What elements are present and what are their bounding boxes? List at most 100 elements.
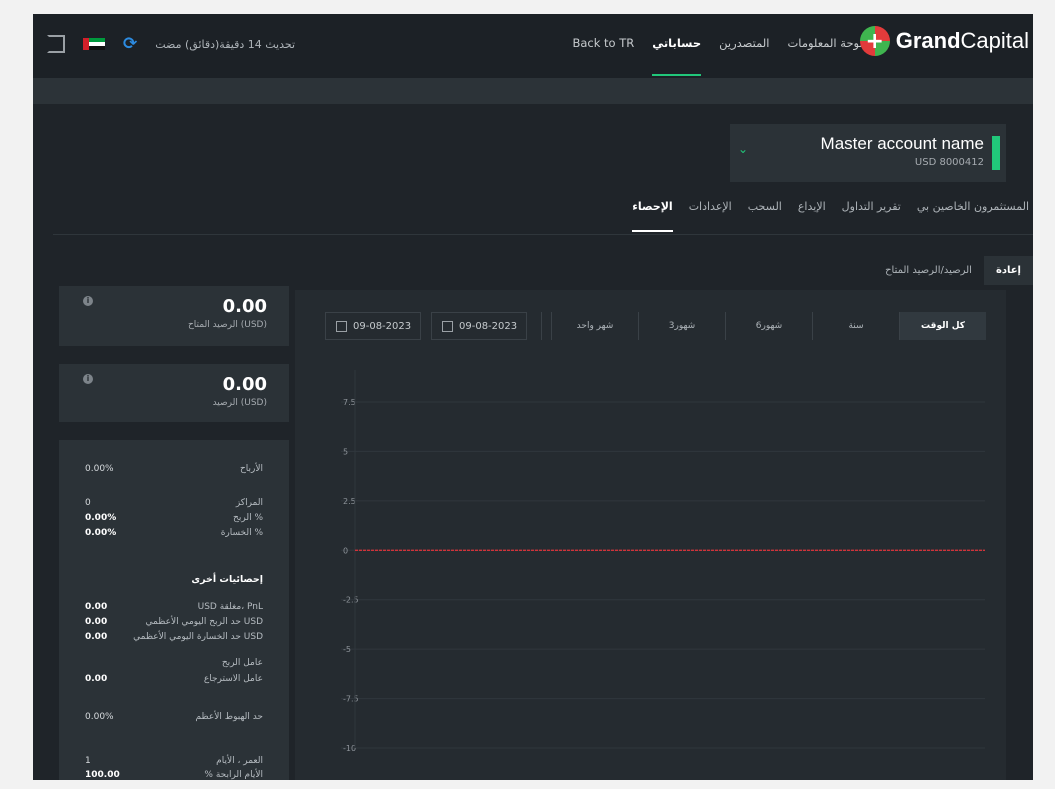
logo-text: GrandCapital (895, 28, 1029, 53)
balance-label: الرصيد (USD) (212, 398, 267, 408)
tab-statistics[interactable]: الإحصاء (632, 200, 674, 232)
y-tick-label: -7.5 (343, 695, 359, 704)
balance-value: 0.00 (222, 374, 267, 395)
stat-label: الأرباح (239, 464, 263, 474)
stat-label: الخسارة % (220, 528, 263, 538)
y-tick-label: 7.5 (343, 398, 356, 407)
nav-back-to-tr[interactable]: Back to TR (572, 36, 634, 50)
calendar-icon (442, 320, 453, 332)
stat-label: المراكز (235, 498, 263, 508)
stat-recovery-factor: 0.00 عامل الاسترجاع (85, 674, 263, 684)
stat-value: 0.00% (85, 712, 114, 722)
tab-trading-report[interactable]: تقرير التداول (842, 200, 901, 213)
balance-chart: 7.5 5 2.5 0 -2.5 -5 -7.5 -10 (341, 370, 985, 753)
stat-value: 0.00% (85, 464, 114, 474)
sub-bar (33, 78, 1033, 104)
subtab-balance[interactable]: الرصيد/الرصيد المتاح (873, 256, 984, 285)
nav-leaders[interactable]: المتصدرين (719, 36, 769, 50)
y-tick-label: -5 (343, 645, 351, 654)
stat-label: حد الخسارة اليومي الأعظمي USD (133, 632, 263, 642)
logout-icon[interactable] (47, 35, 65, 53)
date-from-value: 09-08-2023 (353, 320, 412, 332)
stat-label: الربح % (233, 513, 263, 523)
available-balance-label: الرصيد المتاح (USD) (188, 320, 267, 330)
date-to-value: 09-08-2023 (459, 320, 518, 332)
sync-icon[interactable]: ⟳ (123, 34, 137, 54)
tabs-divider (53, 234, 1033, 235)
stat-label: عامل الاسترجاع (203, 674, 263, 684)
top-bar: ⟳ تحديث 14 دقيقة(دقائق) مضت Back to TR ح… (33, 14, 1033, 78)
stat-value: 0.00 (85, 674, 108, 684)
stat-age-days: 1 العمر ، الأيام (85, 756, 263, 766)
stat-profit-pct: 0.00% الربح % (85, 513, 263, 523)
period-6-months[interactable]: 6شهور (725, 312, 812, 340)
y-tick-label: -2.5 (343, 596, 359, 605)
stat-closed-pnl: 0.00 USD مغلقة، PnL (85, 602, 263, 612)
stat-profit: 0.00% الأرباح (85, 464, 263, 474)
stat-max-daily-profit: 0.00 حد الربح اليومي الأعظمي USD (85, 617, 263, 627)
account-number: USD 8000412 (914, 157, 984, 168)
account-tabs: الإحصاء الإعدادات السحب الإيداع تقرير ال… (632, 200, 1029, 232)
tab-withdraw[interactable]: السحب (748, 200, 782, 213)
stat-max-drawdown: 0.00% حد الهبوط الأعظم (85, 712, 263, 722)
tab-my-investors[interactable]: المستثمرون الخاصين بي (917, 200, 1029, 213)
y-tick-label: 2.5 (343, 497, 356, 506)
period-all-time[interactable]: كل الوقت (899, 312, 986, 340)
stat-value: 0 (85, 498, 91, 508)
nav-dashboard[interactable]: لوحة المعلومات (787, 36, 863, 50)
stat-label: حد الربح اليومي الأعظمي USD (145, 617, 263, 627)
stat-label: عامل الربح (221, 658, 263, 668)
date-range: 09-08-2023 09-08-2023 (325, 312, 527, 340)
account-status-bar (992, 136, 1000, 170)
stat-value: 0.00 (85, 602, 108, 612)
subtab-reset[interactable]: إعادة (983, 256, 1033, 285)
chart-subtabs: الرصيد/الرصيد المتاح إعادة (873, 256, 1033, 285)
stat-label: % الأيام الرابحة (204, 770, 263, 780)
stat-positions: 0 المراكز (85, 498, 263, 508)
account-name: Master account name (820, 134, 984, 153)
update-status: تحديث 14 دقيقة(دقائق) مضت (155, 37, 296, 51)
info-icon[interactable]: i (83, 374, 93, 384)
other-stats-heading: إحصائيات أخرى (191, 574, 263, 585)
available-balance-card: i 0.00 الرصيد المتاح (USD) (59, 286, 289, 346)
stat-value: 0.00 (85, 617, 108, 627)
statistics-panel: 0.00% الأرباح 0 المراكز 0.00% الربح % 0.00%… (59, 440, 289, 780)
stat-value: 0.00% (85, 528, 117, 538)
date-from-input[interactable]: 09-08-2023 (325, 312, 421, 340)
period-1-month[interactable]: شهر واحد (551, 312, 638, 340)
y-tick-label: 5 (343, 447, 348, 456)
period-selector: شهر واحد 3شهور 6شهور سنة كل الوقت (551, 312, 986, 340)
period-3-months[interactable]: 3شهور (638, 312, 725, 340)
y-tick-label: -10 (343, 744, 356, 753)
balance-card: i 0.00 الرصيد (USD) (59, 364, 289, 422)
stat-loss-pct: 0.00% الخسارة % (85, 528, 263, 538)
top-bar-left: ⟳ تحديث 14 دقيقة(دقائق) مضت (47, 34, 295, 54)
logo-mark-icon (859, 26, 890, 56)
main-nav: Back to TR حساباتي المتصدرين لوحة المعلو… (572, 36, 863, 76)
stat-last: 100.00 % الأيام الرابحة (85, 770, 263, 780)
y-tick-label: 0 (343, 546, 348, 555)
stat-profit-factor: عامل الربح (85, 658, 263, 668)
chevron-down-icon[interactable]: ⌄ (738, 142, 748, 156)
grandcapital-logo[interactable]: GrandCapital (859, 26, 1029, 56)
calendar-icon (336, 320, 347, 332)
info-icon[interactable]: i (83, 296, 93, 306)
stat-value: 0.00 (85, 632, 108, 642)
app-window: ⟳ تحديث 14 دقيقة(دقائق) مضت Back to TR ح… (33, 14, 1033, 780)
nav-my-accounts[interactable]: حساباتي (652, 36, 701, 76)
stat-label: USD مغلقة، PnL (197, 602, 263, 612)
stat-label: العمر ، الأيام (216, 756, 263, 766)
tab-settings[interactable]: الإعدادات (689, 200, 732, 213)
controls-separator (541, 312, 542, 340)
date-to-input[interactable]: 09-08-2023 (431, 312, 527, 340)
available-balance-value: 0.00 (222, 296, 267, 317)
uae-flag-icon[interactable] (83, 38, 105, 50)
stat-value: 0.00% (85, 513, 117, 523)
account-selector[interactable]: ⌄ Master account name USD 8000412 (730, 124, 1006, 182)
period-year[interactable]: سنة (812, 312, 899, 340)
stat-value: 1 (85, 756, 91, 766)
tab-deposit[interactable]: الإيداع (798, 200, 826, 213)
chart-panel: 09-08-2023 09-08-2023 شهر واحد 3شهور 6شه… (295, 290, 1006, 780)
stat-max-daily-loss: 0.00 حد الخسارة اليومي الأعظمي USD (85, 632, 263, 642)
stat-label: حد الهبوط الأعظم (195, 712, 263, 722)
